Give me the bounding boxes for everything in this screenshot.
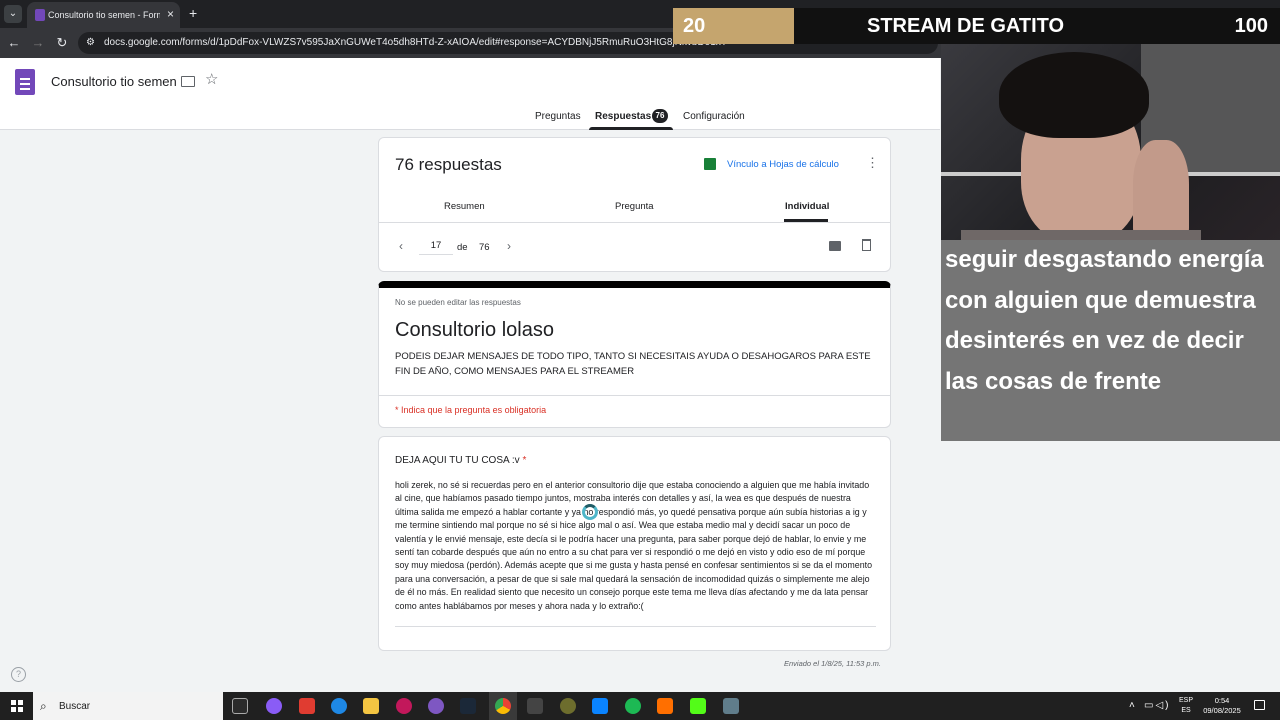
windows-taskbar: ⌕ Buscar ˄ ▭◁) ESP ES 0:54 09/08/2025	[0, 692, 1280, 720]
stream-caption-box: seguir desgastando energía con alguien q…	[941, 240, 1280, 441]
site-info-icon[interactable]: ⚙	[86, 36, 95, 50]
spotify-icon[interactable]	[625, 698, 641, 714]
previous-response-icon[interactable]: ‹	[399, 239, 403, 253]
form-description: PODEIS DEJAR MENSAJES DE TODO TIPO, TANT…	[395, 351, 871, 377]
active-tab-indicator	[589, 127, 673, 130]
more-options-icon[interactable]: ⋮	[866, 155, 879, 171]
stream-goal-current: 20	[683, 15, 706, 37]
required-asterisk: *	[522, 455, 527, 466]
help-icon[interactable]: ?	[11, 667, 26, 682]
print-icon[interactable]	[829, 241, 841, 251]
question-text: DEJA AQUI TU TU COSA :v	[395, 455, 520, 466]
stream-goal-target: 100	[1234, 15, 1268, 37]
app-icon[interactable]	[527, 698, 543, 714]
back-arrow-icon[interactable]: ←	[5, 34, 23, 52]
tab-search-menu-button[interactable]: ⌄	[4, 5, 22, 23]
subtab-individual[interactable]: Individual	[785, 200, 829, 213]
tab-preguntas[interactable]: Preguntas	[535, 110, 581, 124]
form-title: Consultorio lolaso	[395, 319, 554, 341]
windows-start-icon[interactable]	[11, 700, 23, 712]
form-info-card: No se pueden editar las respuestas Consu…	[378, 281, 891, 428]
forms-header: Consultorio tio semen ☆ Preguntas Respue…	[0, 58, 940, 130]
language-code: ESP	[1178, 697, 1193, 704]
answer-text: holi zerek, no sé si recuerdas pero en e…	[395, 480, 873, 611]
page-separator-label: de	[457, 242, 468, 253]
answer-card: DEJA AQUI TU TU COSA :v * holi zerek, no…	[378, 436, 891, 651]
tab-configuracion[interactable]: Configuración	[683, 110, 745, 124]
kick-icon[interactable]	[690, 698, 706, 714]
calculator-icon[interactable]	[723, 698, 739, 714]
subtab-pregunta[interactable]: Pregunta	[615, 200, 654, 213]
webcam-feed	[941, 44, 1280, 249]
forms-favicon-icon	[35, 9, 45, 21]
taskbar-search-box[interactable]: ⌕ Buscar	[33, 692, 223, 720]
steam-icon[interactable]	[460, 698, 476, 714]
total-responses-label: 76	[479, 242, 490, 253]
responses-count-badge: 76	[652, 109, 668, 123]
clock-date: 09/08/2025	[1203, 706, 1241, 715]
app-icon[interactable]	[592, 698, 608, 714]
search-icon: ⌕	[40, 699, 47, 713]
app-icon[interactable]	[657, 698, 673, 714]
app-icon[interactable]	[299, 698, 315, 714]
webcam-person-hair	[999, 52, 1149, 138]
move-to-folder-icon[interactable]	[181, 76, 195, 87]
stream-goal-title: STREAM DE GATITO	[867, 15, 1065, 37]
app-icon[interactable]	[396, 698, 412, 714]
stream-caption-text: seguir desgastando energía con alguien q…	[945, 246, 1264, 395]
file-explorer-icon[interactable]	[363, 698, 379, 714]
app-icon[interactable]	[266, 698, 282, 714]
taskbar-search-label: Buscar	[59, 701, 91, 712]
forms-logo-icon[interactable]	[15, 69, 35, 95]
browser-tab[interactable]: Consultorio tio semen - Formul ×	[27, 2, 180, 28]
keyboard-code: ES	[1181, 707, 1191, 714]
document-title[interactable]: Consultorio tio semen	[51, 73, 177, 91]
notifications-icon[interactable]	[1254, 700, 1265, 710]
language-indicator[interactable]: ESP ES	[1177, 696, 1195, 716]
responses-summary-card: 76 respuestas Vínculo a Hojas de cálculo…	[378, 137, 891, 272]
responses-count-heading: 76 respuestas	[395, 155, 502, 174]
question-label: DEJA AQUI TU TU COSA :v *	[395, 454, 526, 468]
response-number-input[interactable]: 17	[419, 237, 453, 255]
app-icon[interactable]	[560, 698, 576, 714]
required-note: * Indica que la pregunta es obligatoria	[395, 405, 547, 415]
answer-underline	[395, 626, 876, 627]
tray-overflow-icon[interactable]: ˄	[1129, 699, 1135, 713]
subtab-resumen[interactable]: Resumen	[444, 200, 485, 213]
divider	[379, 222, 890, 223]
clock-time: 0:54	[1214, 696, 1230, 705]
app-icon[interactable]	[428, 698, 444, 714]
chrome-icon[interactable]	[495, 698, 511, 714]
tab-respuestas[interactable]: Respuestas	[595, 110, 651, 124]
star-icon[interactable]: ☆	[205, 71, 218, 89]
reload-icon[interactable]: ↻	[53, 34, 71, 52]
tab-title: Consultorio tio semen - Formul	[48, 10, 160, 20]
edge-icon[interactable]	[331, 698, 347, 714]
forward-arrow-icon[interactable]: →	[29, 34, 47, 52]
submitted-timestamp: Enviado el 1/8/25, 11:53 p.m.	[784, 659, 882, 668]
sheets-icon[interactable]	[704, 158, 716, 170]
divider	[379, 395, 890, 396]
next-response-icon[interactable]: ›	[507, 239, 511, 253]
task-view-icon[interactable]	[232, 698, 248, 714]
no-edit-note: No se pueden editar las respuestas	[395, 298, 521, 307]
taskbar-clock[interactable]: 0:54 09/08/2025	[1198, 696, 1246, 716]
stream-goal-bar: 20 STREAM DE GATITO 100	[673, 8, 1280, 44]
tray-network-volume-icons[interactable]: ▭◁)	[1144, 699, 1170, 713]
tab-close-icon[interactable]: ×	[167, 6, 174, 22]
loading-cursor-icon	[582, 504, 598, 520]
new-tab-plus-icon[interactable]: +	[189, 5, 197, 21]
delete-icon[interactable]	[862, 239, 871, 251]
link-to-sheets-button[interactable]: Vínculo a Hojas de cálculo	[727, 158, 839, 171]
